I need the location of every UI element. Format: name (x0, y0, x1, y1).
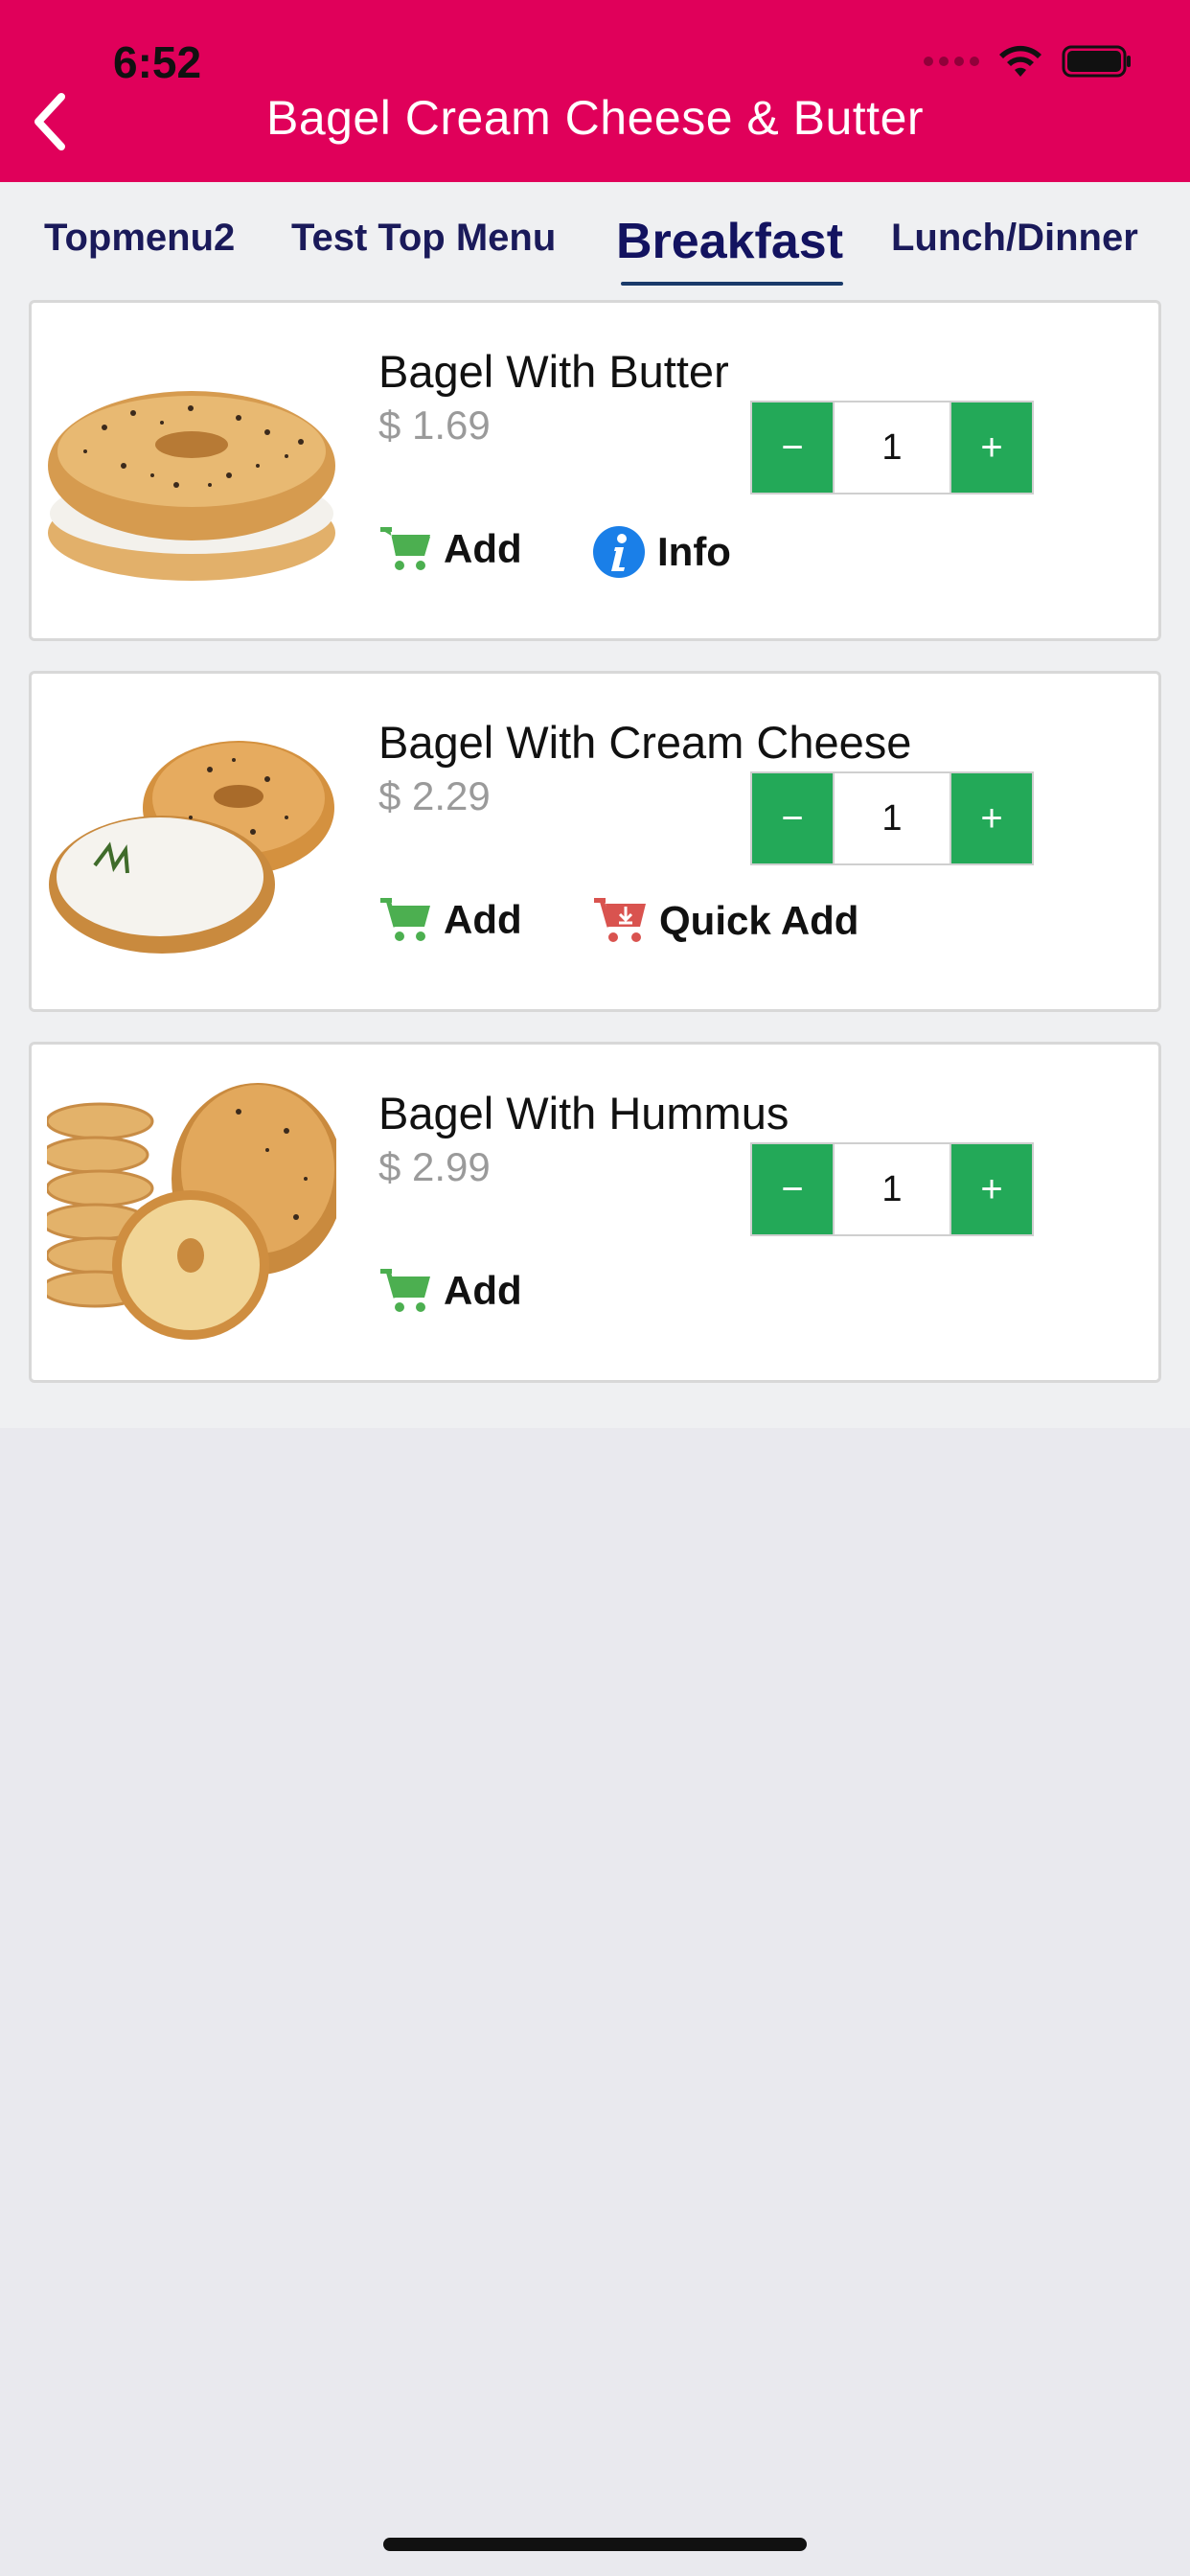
item-price: $ 2.29 (378, 773, 491, 818)
increment-button[interactable]: + (951, 402, 1032, 493)
decrement-button[interactable]: − (752, 773, 833, 863)
info-icon (593, 526, 645, 578)
quantity-stepper: − 1 + (750, 401, 1034, 494)
info-button[interactable]: Info (592, 525, 731, 579)
cart-icon (380, 527, 430, 570)
category-tabs: Topmenu2 Test Top Menu Breakfast Lunch/D… (0, 182, 1190, 288)
menu-item-card: Bagel With Butter $ 1.69 − 1 + Add Info (29, 300, 1161, 641)
add-label: Add (444, 526, 522, 571)
item-name: Bagel With Cream Cheese (378, 717, 912, 768)
wifi-icon (999, 45, 1041, 77)
add-label: Add (444, 897, 522, 942)
cart-icon (380, 898, 430, 941)
status-icons (924, 44, 1133, 79)
item-price: $ 1.69 (378, 402, 491, 448)
tab-topmenu2[interactable]: Topmenu2 (44, 217, 235, 260)
item-image (47, 702, 336, 992)
item-name: Bagel With Butter (378, 346, 729, 397)
item-image (47, 332, 336, 621)
cart-icon (380, 1269, 430, 1312)
decrement-button[interactable]: − (752, 402, 833, 493)
quantity-value[interactable]: 1 (833, 773, 951, 863)
add-button[interactable]: Add (378, 896, 522, 944)
menu-item-card: Bagel With Hummus $ 2.99 − 1 + Add (29, 1042, 1161, 1383)
info-label: Info (657, 529, 731, 574)
cart-download-icon (594, 898, 646, 942)
tab-breakfast[interactable]: Breakfast (616, 213, 843, 270)
increment-button[interactable]: + (951, 1144, 1032, 1234)
decrement-button[interactable]: − (752, 1144, 833, 1234)
item-price: $ 2.99 (378, 1144, 491, 1189)
signal-icon (924, 57, 979, 66)
page-title: Bagel Cream Cheese & Butter (265, 91, 925, 145)
nav-header: 6:52 Bagel Cream Cheese & Butter (0, 0, 1190, 182)
add-label: Add (444, 1268, 522, 1313)
home-indicator (383, 2538, 807, 2551)
status-time: 6:52 (113, 37, 202, 87)
active-tab-indicator (621, 282, 843, 286)
add-button[interactable]: Add (378, 525, 522, 573)
battery-icon (1062, 45, 1131, 78)
quantity-value[interactable]: 1 (833, 1144, 951, 1234)
item-image (47, 1073, 336, 1363)
add-button[interactable]: Add (378, 1267, 522, 1315)
quick-add-label: Quick Add (659, 898, 859, 943)
item-name: Bagel With Hummus (378, 1088, 790, 1138)
tab-test-top-menu[interactable]: Test Top Menu (291, 217, 556, 260)
menu-item-card: Bagel With Cream Cheese $ 2.29 − 1 + Add… (29, 671, 1161, 1012)
quantity-value[interactable]: 1 (833, 402, 951, 493)
tab-lunch-dinner[interactable]: Lunch/Dinner (891, 217, 1138, 260)
quick-add-button[interactable]: Quick Add (592, 896, 858, 946)
increment-button[interactable]: + (951, 773, 1032, 863)
quantity-stepper: − 1 + (750, 1142, 1034, 1236)
quantity-stepper: − 1 + (750, 771, 1034, 865)
